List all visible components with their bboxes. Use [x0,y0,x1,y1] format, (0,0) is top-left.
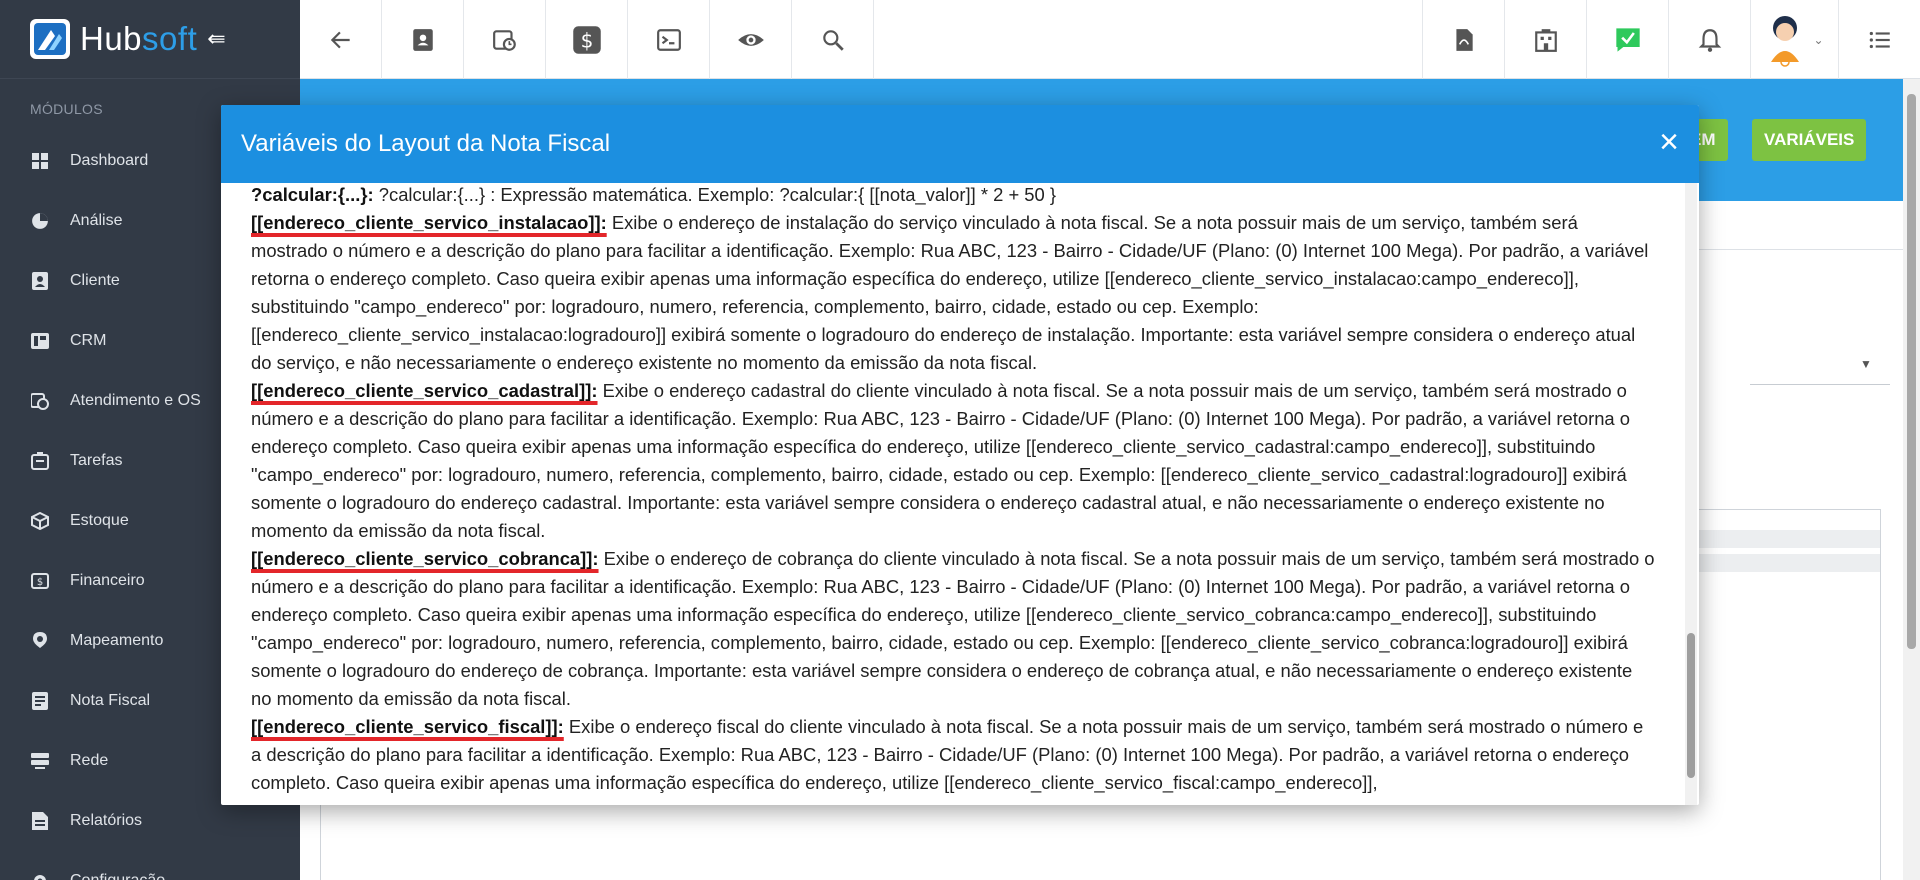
variable-name: [[endereco_cliente_servico_cobranca]]: [251,548,599,569]
variable-name: ?calcular:{...}: [251,184,374,205]
variable-name: [[endereco_cliente_servico_fiscal]]: [251,716,564,737]
modal-scrollbar[interactable] [1685,183,1697,805]
variable-name: [[endereco_cliente_servico_cadastral]]: [251,380,598,401]
modal-title: Variáveis do Layout da Nota Fiscal [241,130,611,157]
variable-description: ?calcular:{...} : Expressão matemática. … [373,184,1057,205]
variable-entry: [[endereco_cliente_servico_fiscal]]: Exi… [251,713,1655,797]
variable-description: Exibe o endereço de cobrança do cliente … [251,548,1655,709]
variable-description: Exibe o endereço cadastral do cliente vi… [251,380,1630,541]
variable-description: Exibe o endereço de instalação do serviç… [251,212,1649,373]
modal-header: Variáveis do Layout da Nota Fiscal × [221,105,1699,183]
modal-scrollbar-thumb[interactable] [1687,633,1695,778]
variable-entry: [[endereco_cliente_servico_cadastral]]: … [251,377,1655,545]
variable-name: [[endereco_cliente_servico_instalacao]]: [251,212,607,233]
variables-modal: Variáveis do Layout da Nota Fiscal × ?ca… [221,105,1699,805]
variable-entry: [[endereco_cliente_servico_cobranca]]: E… [251,545,1655,713]
variable-entry: [[endereco_cliente_servico_instalacao]]:… [251,209,1655,377]
variable-entry: ?calcular:{...}: ?calcular:{...} : Expre… [251,183,1655,209]
close-icon[interactable]: × [1659,125,1679,159]
modal-body[interactable]: ?calcular:{...}: ?calcular:{...} : Expre… [221,183,1699,805]
variables-list: ?calcular:{...}: ?calcular:{...} : Expre… [221,183,1683,797]
